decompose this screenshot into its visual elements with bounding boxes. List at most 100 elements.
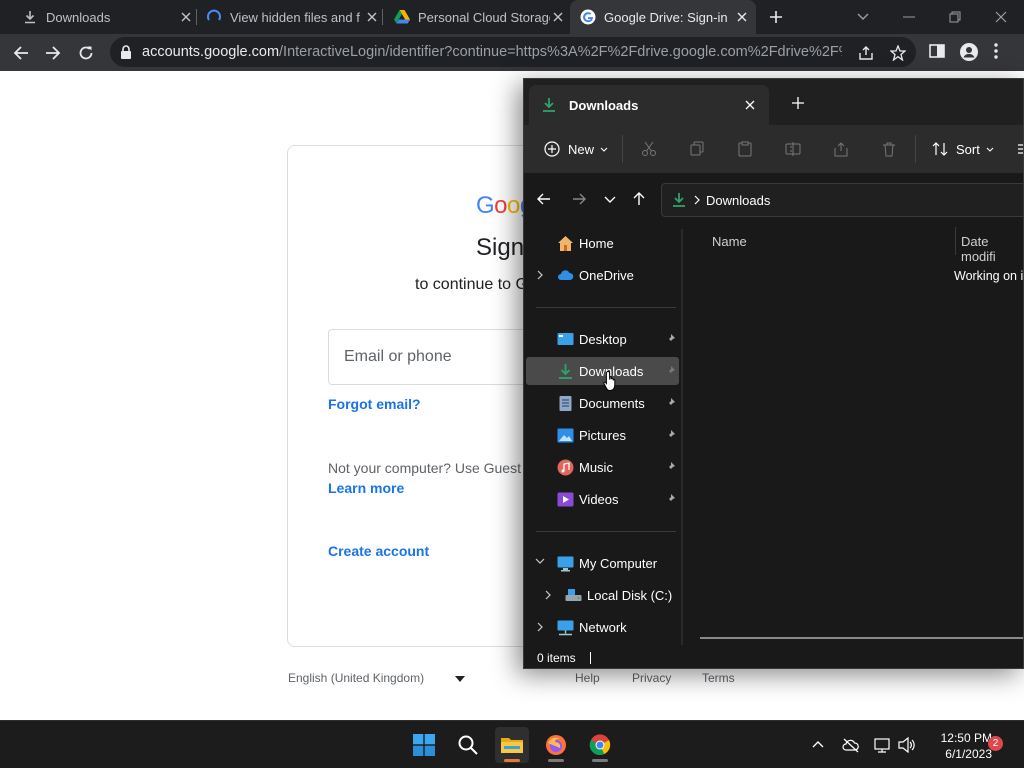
column-header-name[interactable]: Name: [712, 234, 747, 249]
sidebar-item-documents[interactable]: Documents: [526, 389, 679, 417]
pin-icon[interactable]: [666, 430, 676, 440]
desktop-folder-icon: [557, 331, 574, 348]
share-icon[interactable]: [858, 45, 874, 61]
taskbar-firefox[interactable]: [539, 727, 573, 763]
close-icon[interactable]: [734, 9, 750, 25]
help-link[interactable]: Help: [575, 671, 600, 685]
view-button[interactable]: [1018, 137, 1023, 161]
sidebar-item-home[interactable]: Home: [526, 229, 679, 257]
share-button[interactable]: [833, 137, 849, 161]
network-status-icon[interactable]: [874, 737, 890, 753]
computer-icon: [557, 555, 574, 572]
address-bar[interactable]: accounts.google.com/InteractiveLogin/ide…: [110, 37, 916, 67]
horizontal-scrollbar[interactable]: [700, 637, 1023, 639]
trash-icon: [883, 142, 895, 157]
explorer-command-bar: New Sort: [524, 125, 1023, 173]
sidebar-item-label: Pictures: [579, 427, 626, 443]
minimize-button[interactable]: [894, 4, 924, 30]
scissors-icon: [642, 141, 656, 156]
url-path: /InteractiveLogin/identifier?continue=ht…: [279, 44, 842, 60]
pin-icon[interactable]: [666, 334, 676, 344]
tab-google-drive-sign-in[interactable]: Google Drive: Sign-in: [570, 0, 756, 34]
tray-overflow-chevron-icon[interactable]: [811, 737, 827, 753]
explorer-tab-downloads[interactable]: Downloads: [529, 85, 769, 125]
rename-button[interactable]: [785, 137, 801, 161]
tab-search-chevron-icon[interactable]: [848, 4, 878, 30]
explorer-address-bar[interactable]: Downloads: [661, 183, 1023, 217]
tab-view-hidden-files[interactable]: View hidden files and f: [198, 0, 380, 34]
column-separator[interactable]: [955, 227, 956, 255]
close-window-button[interactable]: [986, 4, 1016, 30]
sidebar-item-desktop[interactable]: Desktop: [526, 325, 679, 353]
sidebar-item-music[interactable]: Music: [526, 453, 679, 481]
up-arrow-icon[interactable]: [631, 191, 647, 207]
sort-button[interactable]: Sort: [932, 137, 994, 161]
lock-icon[interactable]: [120, 45, 134, 59]
delete-button[interactable]: [881, 137, 897, 161]
sidebar-splitter[interactable]: [681, 229, 683, 645]
tab-downloads[interactable]: Downloads: [14, 0, 194, 34]
paste-button[interactable]: [737, 137, 753, 161]
chevron-right-icon[interactable]: [545, 590, 555, 600]
tab-title: Downloads: [46, 9, 111, 25]
column-header-date-modified[interactable]: Date modifi: [961, 234, 1023, 264]
download-icon: [673, 193, 685, 207]
notification-badge[interactable]: 2: [988, 736, 1003, 751]
recent-locations-chevron-icon[interactable]: [602, 191, 618, 207]
network-icon: [557, 619, 574, 636]
tab-personal-cloud-storage[interactable]: Personal Cloud Storage: [386, 0, 566, 34]
taskbar-file-explorer[interactable]: [495, 727, 529, 763]
tab-separator: [382, 9, 383, 25]
forgot-email-link[interactable]: Forgot email?: [328, 396, 421, 412]
back-arrow-icon[interactable]: [536, 191, 552, 207]
chevron-right-icon[interactable]: [537, 270, 547, 280]
close-icon[interactable]: [178, 9, 194, 25]
start-button[interactable]: [407, 727, 441, 763]
terms-link[interactable]: Terms: [702, 671, 735, 685]
side-panel-icon[interactable]: [929, 43, 947, 61]
sidebar-item-onedrive[interactable]: OneDrive: [526, 261, 679, 289]
explorer-new-tab-button[interactable]: [788, 93, 808, 113]
pin-icon[interactable]: [666, 398, 676, 408]
new-tab-button[interactable]: [766, 7, 786, 27]
onedrive-offline-icon[interactable]: [842, 737, 859, 753]
breadcrumb-downloads[interactable]: Downloads: [706, 193, 770, 208]
search-button[interactable]: [451, 727, 485, 763]
pin-icon[interactable]: [666, 366, 676, 376]
bookmark-star-icon[interactable]: [890, 45, 906, 61]
pin-icon[interactable]: [666, 494, 676, 504]
sidebar-item-local-disk[interactable]: Local Disk (C:): [526, 581, 679, 609]
chevron-right-icon[interactable]: [537, 622, 547, 632]
privacy-link[interactable]: Privacy: [632, 671, 671, 685]
new-button[interactable]: New: [544, 137, 608, 161]
learn-more-link[interactable]: Learn more: [328, 480, 404, 496]
sidebar-item-videos[interactable]: Videos: [526, 485, 679, 513]
clock[interactable]: 12:50 PM 6/1/2023: [918, 730, 992, 762]
taskbar-chrome[interactable]: [583, 727, 617, 763]
sidebar-item-my-computer[interactable]: My Computer: [526, 549, 679, 577]
chevron-down-icon[interactable]: [535, 558, 545, 568]
menu-kebab-icon[interactable]: [994, 43, 1012, 61]
caret-down-icon[interactable]: [455, 676, 465, 682]
language-selector[interactable]: English (United Kingdom): [288, 671, 424, 685]
close-icon[interactable]: [364, 9, 380, 25]
cut-button[interactable]: [641, 137, 657, 161]
profile-avatar-icon[interactable]: [960, 43, 978, 61]
close-icon[interactable]: [739, 94, 761, 116]
restore-button[interactable]: [940, 4, 970, 30]
close-icon[interactable]: [550, 9, 566, 25]
create-account-button[interactable]: Create account: [328, 543, 429, 559]
volume-icon[interactable]: [898, 737, 915, 753]
copy-button[interactable]: [689, 137, 705, 161]
reload-button[interactable]: [73, 40, 99, 66]
sidebar-item-network[interactable]: Network: [526, 613, 679, 641]
pin-icon[interactable]: [666, 462, 676, 472]
sidebar-item-pictures[interactable]: Pictures: [526, 421, 679, 449]
chevron-right-icon: [694, 195, 700, 205]
back-button[interactable]: [8, 40, 34, 66]
download-icon: [541, 97, 557, 113]
forward-button[interactable]: [40, 40, 66, 66]
tab-title: View hidden files and f: [230, 9, 360, 25]
active-indicator: [504, 759, 520, 762]
forward-arrow-icon[interactable]: [571, 191, 587, 207]
